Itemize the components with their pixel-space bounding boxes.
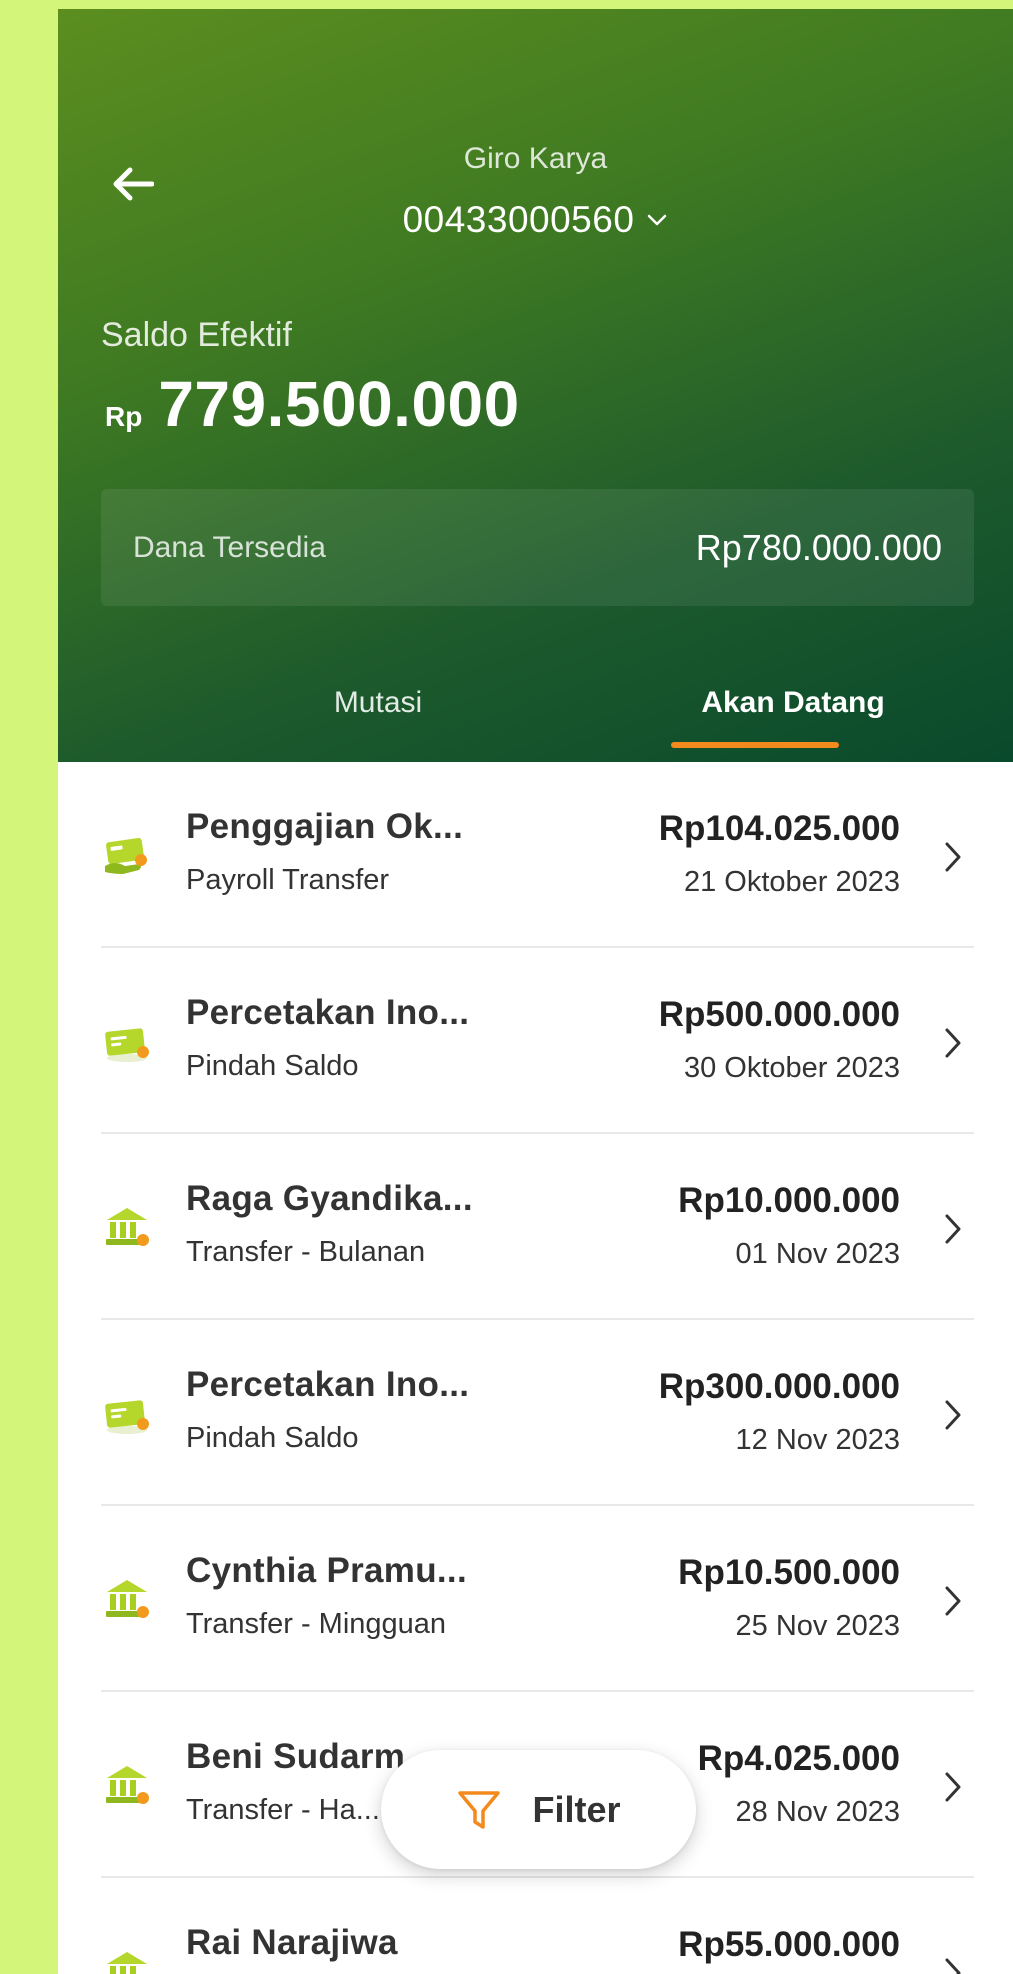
balance-value: 779.500.000: [158, 368, 520, 440]
transaction-amount: Rp300.000.000: [658, 1367, 900, 1406]
card-transfer-icon: [105, 1400, 149, 1434]
chevron-right-icon: [945, 1772, 961, 1802]
list-item[interactable]: Cynthia Pramu... Transfer - Mingguan Rp1…: [101, 1506, 974, 1692]
available-funds-box: Dana Tersedia Rp780.000.000: [101, 489, 974, 606]
bank-icon: [107, 1952, 147, 1974]
account-selector[interactable]: 00433000560: [58, 199, 1013, 241]
transaction-type: Payroll Transfer: [186, 864, 390, 896]
transaction-date: 01 Nov 2023: [735, 1238, 900, 1270]
tab-bar: Mutasi Akan Datang: [58, 659, 1013, 759]
filter-icon: [458, 1790, 501, 1829]
account-number: 00433000560: [402, 199, 635, 240]
filter-label: Filter: [532, 1788, 621, 1830]
payroll-icon: [105, 837, 147, 874]
transaction-amount: Rp4.025.000: [697, 1739, 900, 1778]
chevron-right-icon: [945, 1400, 961, 1430]
account-name: Giro Karya: [463, 142, 608, 175]
transaction-title: Raga Gyandika...: [186, 1179, 473, 1218]
chevron-right-icon: [945, 1214, 961, 1244]
transaction-type: Pindah Saldo: [186, 1050, 359, 1082]
bank-icon: [106, 1208, 149, 1246]
transaction-type: Transfer - Mingguan: [186, 1608, 447, 1640]
list-item[interactable]: Penggajian Ok... Payroll Transfer Rp104.…: [101, 762, 974, 948]
active-tab-indicator: [671, 742, 839, 748]
filter-button[interactable]: Filter: [381, 1750, 696, 1869]
bank-icon: [106, 1766, 149, 1804]
available-funds-label: Dana Tersedia: [133, 530, 326, 564]
transaction-title: Cynthia Pramu...: [186, 1551, 467, 1590]
transaction-title: Penggajian Ok...: [186, 807, 464, 846]
available-funds-value: Rp780.000.000: [695, 526, 942, 568]
transaction-date: 21 Oktober 2023: [683, 866, 900, 898]
chevron-right-icon: [945, 1586, 961, 1616]
transaction-type: Transfer - Bulanan: [186, 1236, 426, 1268]
transaction-amount: Rp104.025.000: [658, 809, 900, 848]
chevron-down-icon: [648, 214, 667, 226]
balance-currency: Rp: [105, 401, 143, 432]
transaction-amount: Rp10.000.000: [678, 1181, 900, 1220]
transaction-type: Pindah Saldo: [186, 1422, 359, 1454]
transaction-date: 28 Nov 2023: [735, 1796, 900, 1828]
tab-akan-datang[interactable]: Akan Datang: [658, 686, 928, 720]
chevron-right-icon: [945, 842, 961, 872]
chevron-right-icon: [945, 1958, 961, 1974]
transaction-title: Rai Narajiwa: [186, 1923, 398, 1962]
balance-label: Saldo Efektif: [101, 316, 292, 354]
transaction-date: 30 Oktober 2023: [683, 1052, 900, 1084]
app-screen: Giro Karya 00433000560 Saldo Efektif Rp …: [58, 9, 1013, 1974]
transaction-date: 12 Nov 2023: [735, 1424, 900, 1456]
bank-icon: [106, 1580, 149, 1618]
transaction-amount: Rp10.500.000: [678, 1553, 900, 1592]
balance: Rp 779.500.000: [105, 367, 520, 441]
list-item[interactable]: Percetakan Ino... Pindah Saldo Rp500.000…: [101, 948, 974, 1134]
account-header: Giro Karya 00433000560 Saldo Efektif Rp …: [58, 9, 1013, 762]
list-item[interactable]: Raga Gyandika... Transfer - Bulanan Rp10…: [101, 1134, 974, 1320]
transaction-title: Percetakan Ino...: [186, 1365, 470, 1404]
transaction-date: 25 Nov 2023: [735, 1610, 900, 1642]
transaction-amount: Rp500.000.000: [658, 995, 900, 1034]
tab-mutasi[interactable]: Mutasi: [273, 686, 483, 720]
transaction-amount: Rp55.000.000: [678, 1925, 900, 1964]
list-item[interactable]: Rai Narajiwa Rp55.000.000: [101, 1878, 974, 1974]
card-transfer-icon: [105, 1028, 149, 1062]
transaction-type: Transfer - Ha...: [186, 1794, 380, 1826]
transaction-title: Percetakan Ino...: [186, 993, 470, 1032]
list-item[interactable]: Percetakan Ino... Pindah Saldo Rp300.000…: [101, 1320, 974, 1506]
chevron-right-icon: [945, 1028, 961, 1058]
